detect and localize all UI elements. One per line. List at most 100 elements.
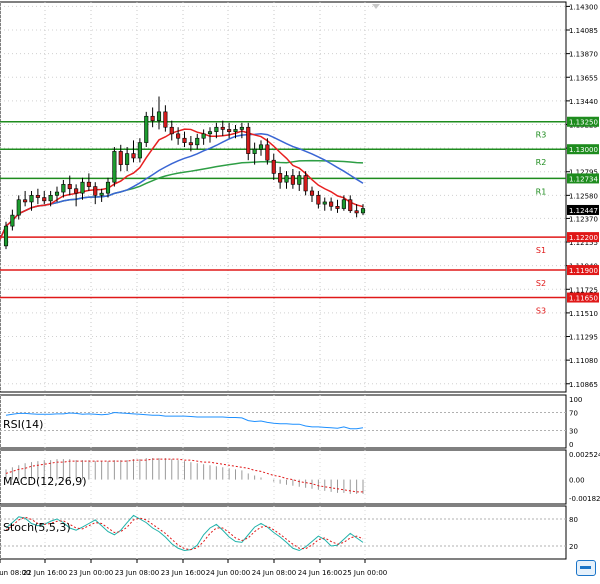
macd-tick-label: 0.00 [569, 477, 585, 485]
level-label-r1: R1 [536, 187, 547, 196]
candle-body [176, 133, 181, 139]
candle-body [150, 115, 155, 121]
scroll-to-end-icon[interactable] [576, 560, 596, 576]
stoch-name-label: Stoch(5,5,3) [3, 521, 71, 534]
candle-body [278, 173, 283, 183]
chart-window: 1.14300 1.14085 1.13870 1.13655 1.13440 1.132… [0, 0, 600, 580]
time-tick-label: 24 Jun 00:00 [206, 569, 250, 577]
candle-body [335, 206, 340, 209]
candle-body [10, 214, 15, 227]
time-tick-label: 22 Jun 16:00 [23, 569, 67, 577]
price-tick-label: 1.14085 [569, 27, 598, 35]
candle-body [258, 144, 264, 150]
candle-body [348, 199, 353, 212]
time-tick-label: 24 Jun 08:00 [252, 569, 296, 577]
candle-body [303, 175, 308, 192]
price-tick-label: 1.12580 [569, 192, 598, 200]
level-label-r3: R3 [536, 131, 547, 140]
rsi-panel: 100 70 30 0 RSI(14) [0, 394, 582, 449]
candle-body [67, 184, 72, 190]
candle-body [29, 195, 34, 203]
level-label-r2: R2 [536, 158, 547, 167]
price-tick-label: 1.12370 [569, 215, 598, 223]
candle-body [169, 126, 174, 135]
price-panel: 1.14300 1.14085 1.13870 1.13655 1.13440 1.132… [0, 1, 599, 393]
stoch-tick-label: 80 [569, 516, 578, 524]
candle-body [182, 137, 187, 143]
rsi-tick-label: 70 [569, 410, 578, 418]
current-price-value: 1.12447 [569, 207, 598, 215]
macd-tick-label: 0.002524 [569, 451, 600, 459]
level-badge-value-s3: 1.11650 [569, 295, 598, 303]
level-label-s3: S3 [536, 307, 546, 316]
rsi-tick-label: 100 [569, 396, 582, 404]
price-tick-label: 1.11510 [569, 310, 598, 318]
candle-body [86, 181, 91, 187]
candle-body [137, 142, 142, 159]
macd-name-label: MACD(12,26,9) [3, 475, 87, 488]
time-tick-label: 23 Jun 16:00 [161, 569, 205, 577]
level-badge-value-r2: 1.13000 [569, 146, 598, 154]
candle-body [341, 199, 346, 209]
price-tick-label: 1.10865 [569, 381, 598, 389]
candle-body [195, 137, 200, 146]
candle-body [35, 195, 40, 198]
macd-panel: 0.002524 0.00 -0.001827 MACD(12,26,9) [0, 449, 600, 505]
candle-body [220, 126, 225, 130]
candle-body [188, 142, 193, 146]
candle-body [214, 126, 219, 132]
candle-body [93, 186, 98, 196]
candle-body [316, 195, 321, 205]
level-badge-value-s1: 1.12200 [569, 234, 598, 242]
candle-body [3, 225, 9, 247]
level-label-s2: S2 [536, 279, 546, 288]
candle-body [290, 175, 295, 185]
candle-body [61, 184, 66, 193]
price-tick-label: 1.11295 [569, 334, 598, 342]
time-axis: 20 Jun 08:0022 Jun 16:0023 Jun 00:0023 J… [0, 559, 387, 577]
candle-body [354, 210, 359, 214]
candle-body [80, 181, 85, 194]
price-tick-label: 1.13440 [569, 98, 598, 106]
candle-body [309, 190, 315, 196]
stoch-panel: 80 20 Stoch(5,5,3) [0, 505, 578, 560]
price-tick-label: 1.13655 [569, 74, 598, 82]
candle-body [48, 195, 53, 202]
chart-canvas: 1.14300 1.14085 1.13870 1.13655 1.13440 1.132… [0, 1, 600, 577]
candle-body [297, 175, 302, 185]
time-tick-label: 23 Jun 08:00 [115, 569, 159, 577]
level-badge-value-r3: 1.13250 [569, 119, 598, 127]
price-tick-label: 1.13870 [569, 51, 598, 59]
candle-body [16, 199, 21, 216]
level-badge-value-r1: 1.12734 [569, 175, 598, 183]
candle-body [246, 126, 251, 154]
rsi-tick-label: 0 [569, 441, 573, 449]
candle-body [239, 126, 244, 130]
price-tick-label: 1.14300 [569, 3, 598, 11]
rsi-name-label: RSI(14) [3, 418, 43, 431]
level-label-s1: S1 [536, 246, 546, 255]
candle-body [112, 151, 117, 183]
candle-body [201, 133, 206, 139]
candle-body [125, 153, 130, 165]
candle-body [207, 131, 213, 135]
candle-body [227, 129, 232, 132]
candle-body [329, 201, 334, 207]
candle-body [252, 148, 257, 154]
candle-body [233, 129, 238, 132]
candle-body [156, 111, 162, 121]
candle-body [265, 144, 270, 161]
candle-body [105, 181, 111, 194]
level-badge-value-s2: 1.11900 [569, 267, 598, 275]
macd-tick-label: -0.001827 [569, 495, 600, 503]
time-tick-label: 23 Jun 00:00 [69, 569, 113, 577]
candle-body [99, 192, 104, 196]
stoch-tick-label: 20 [569, 543, 578, 551]
candle-body [360, 208, 366, 214]
candle-body [42, 197, 47, 202]
candle-body [271, 159, 276, 174]
stoch-frame [0, 505, 567, 560]
rsi-tick-label: 30 [569, 428, 578, 436]
candle-body [54, 191, 60, 196]
rsi-frame [0, 394, 567, 449]
